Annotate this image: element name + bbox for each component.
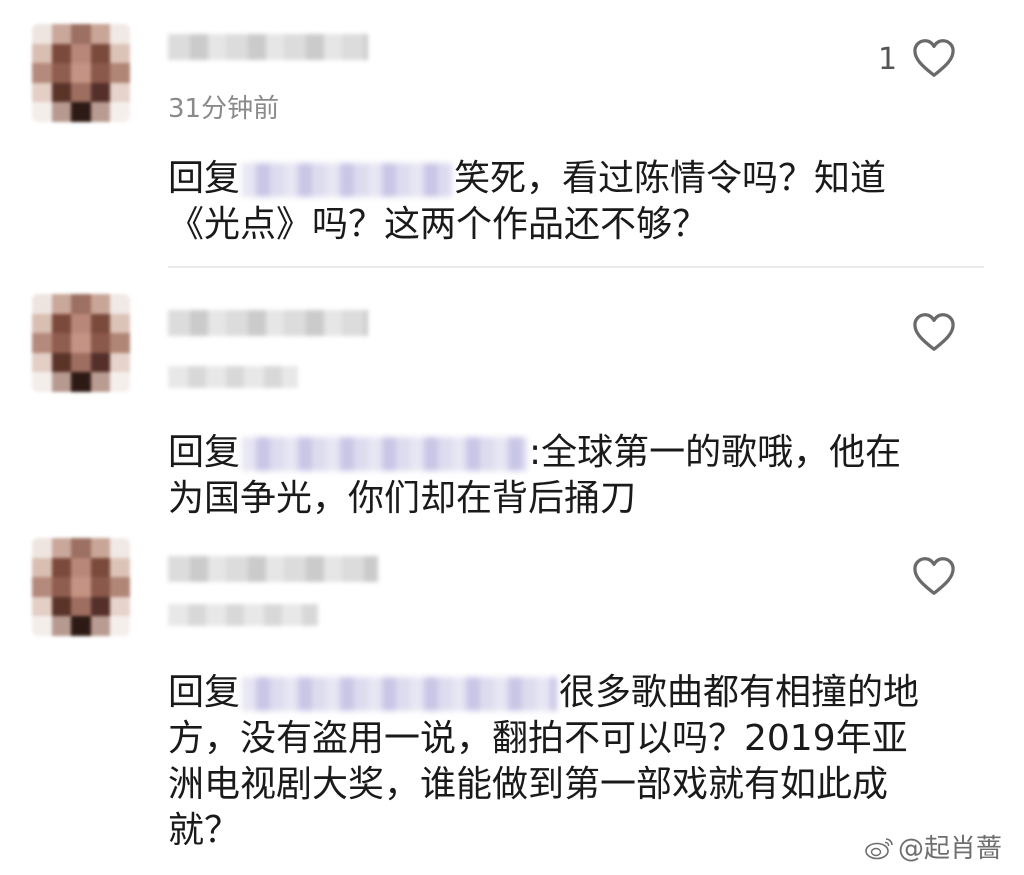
timestamp-blurred [168, 366, 298, 388]
reply-text: 回复 很多歌曲都有相撞的地 方，没有盗用一说，翻拍不可以吗？2019年亚 洲电视剧… [168, 670, 978, 854]
reply-line-1: :全球第一的歌哦，他在 [529, 432, 902, 473]
watermark: @起肖蔷 [864, 828, 1002, 865]
reply-line-1: 很多歌曲都有相撞的地 [559, 672, 920, 713]
username-blurred[interactable] [168, 310, 368, 336]
weibo-logo-icon [865, 838, 893, 860]
reply-prefix: 回复 [168, 672, 241, 713]
username-blurred[interactable] [168, 34, 368, 60]
reply-prefix: 回复 [168, 158, 241, 199]
reply-text: 回复 :全球第一的歌哦，他在 为国争光，你们却在背后捅刀 [168, 430, 978, 522]
mentioned-user-blurred[interactable] [242, 677, 558, 711]
timestamp: 31分钟前 [168, 94, 280, 124]
divider [168, 266, 984, 268]
reply-line-2: 方，没有盗用一说，翻拍不可以吗？2019年亚 [168, 718, 908, 759]
like-count: 1 [878, 42, 898, 77]
reply-prefix: 回复 [168, 432, 241, 473]
reply-line-4: 就？ [168, 810, 241, 851]
watermark-text: @起肖蔷 [897, 834, 1002, 864]
avatar[interactable] [32, 24, 130, 122]
reply-line-2: 《光点》吗？这两个作品还不够？ [168, 204, 709, 245]
avatar[interactable] [32, 294, 130, 392]
comment-item: 回复 很多歌曲都有相撞的地 方，没有盗用一说，翻拍不可以吗？2019年亚 洲电视剧… [0, 532, 1024, 875]
mentioned-user-blurred[interactable] [242, 163, 453, 197]
reply-text: 回复 笑死，看过陈情令吗？知道 《光点》吗？这两个作品还不够？ [168, 156, 978, 248]
heart-outline-icon[interactable] [912, 556, 956, 596]
heart-outline-icon[interactable] [912, 312, 956, 352]
timestamp-blurred [168, 604, 318, 626]
avatar[interactable] [32, 538, 130, 636]
reply-line-1: 笑死，看过陈情令吗？知道 [454, 158, 887, 199]
reply-line-2: 为国争光，你们却在背后捅刀 [168, 478, 637, 519]
reply-line-3: 洲电视剧大奖，谁能做到第一部戏就有如此成 [168, 764, 889, 805]
comment-item: 31分钟前 1 回复 笑死，看过陈情令吗？知道 《光点》吗？这两个作品还不够？ [0, 0, 1024, 270]
username-blurred[interactable] [168, 556, 378, 582]
heart-outline-icon[interactable] [912, 38, 956, 78]
comment-item: 回复 :全球第一的歌哦，他在 为国争光，你们却在背后捅刀 [0, 270, 1024, 532]
mentioned-user-blurred[interactable] [242, 437, 528, 471]
